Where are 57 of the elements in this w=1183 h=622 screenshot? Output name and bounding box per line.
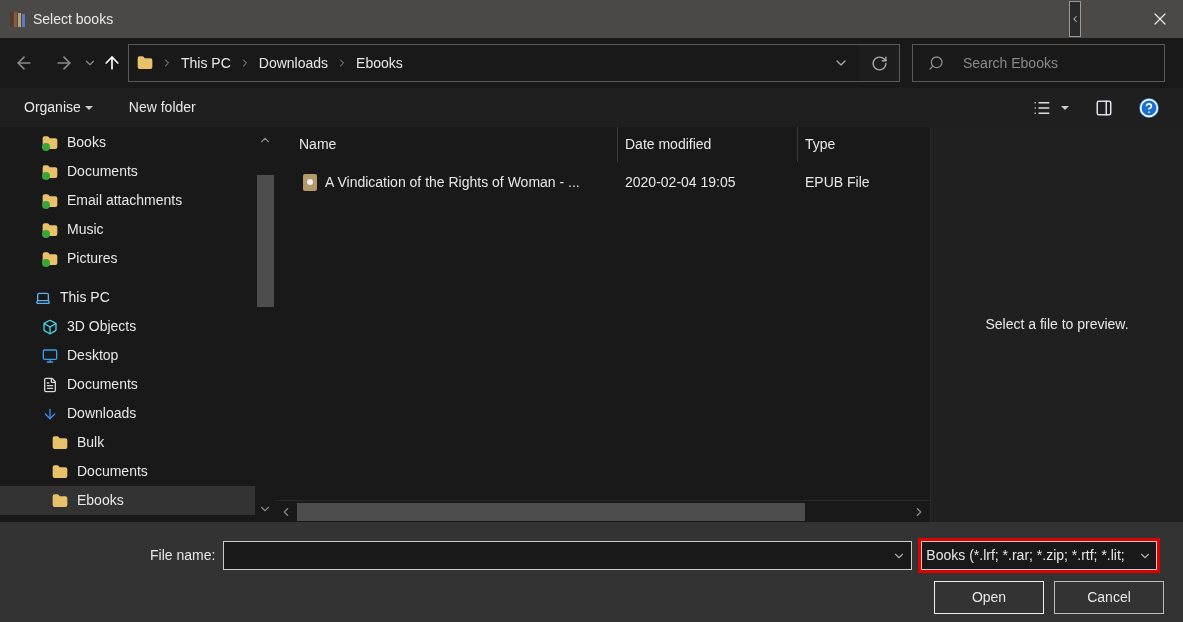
sidebar-item[interactable]: Documents <box>0 370 255 399</box>
scrollbar[interactable] <box>275 500 930 522</box>
preview-pane-icon <box>1095 98 1113 117</box>
folder-icon <box>52 434 68 451</box>
refresh-button[interactable] <box>859 45 899 81</box>
column-header[interactable]: Date modified <box>618 127 798 162</box>
open-button[interactable]: Open <box>934 581 1044 614</box>
desktop-icon <box>42 347 58 364</box>
sidebar-item[interactable]: Music <box>0 215 255 244</box>
sidebar-item[interactable]: Desktop <box>0 341 255 370</box>
breadcrumb-item[interactable]: This PC <box>181 52 231 74</box>
preview-message: Select a file to preview. <box>985 315 1129 334</box>
synced-folder-icon <box>42 134 58 151</box>
organise-menu[interactable]: Organise <box>24 97 93 118</box>
preview-pane-button[interactable] <box>1095 98 1113 117</box>
collapse-handle[interactable] <box>1069 1 1081 37</box>
cube-icon <box>42 318 58 335</box>
folder-icon <box>137 55 153 71</box>
file-type-dropdown[interactable]: Books (*.lrf; *.rar; *.zip; *.rtf; *.lit; <box>921 541 1158 570</box>
file-name-label: File name: <box>150 546 216 565</box>
sidebar-item[interactable]: Bulk <box>0 428 255 457</box>
folder-icon <box>52 492 68 509</box>
sidebar-item[interactable]: Downloads <box>0 399 255 428</box>
breadcrumb-item[interactable]: Ebooks <box>356 52 403 74</box>
synced-folder-icon <box>42 221 58 238</box>
sidebar-item[interactable]: Documents <box>0 157 255 186</box>
help-icon <box>1139 97 1159 118</box>
file-row[interactable]: A Vindication of the Rights of Woman - ... 2020-02-04 19:05 EPUB File <box>275 163 930 201</box>
cancel-button[interactable]: Cancel <box>1054 581 1164 614</box>
sidebar-item[interactable]: Books <box>0 128 255 157</box>
sidebar-item[interactable]: Pictures <box>0 244 255 273</box>
search-icon <box>928 55 944 71</box>
address-bar[interactable]: This PC Downloads Ebooks <box>128 44 900 82</box>
column-header[interactable]: Type <box>798 127 930 162</box>
refresh-icon <box>870 54 888 72</box>
new-folder-button[interactable]: New folder <box>128 97 196 118</box>
date-cell-text: 2020-02-04 19:05 <box>624 172 737 192</box>
column-header[interactable]: Name <box>275 127 618 162</box>
sidebar-item[interactable]: Documents <box>0 457 255 486</box>
books-icon <box>10 11 25 27</box>
sidebar-item[interactable]: Ebooks <box>0 486 255 515</box>
synced-folder-icon <box>42 192 58 209</box>
folder-icon <box>52 463 68 480</box>
sidebar-item[interactable]: Email attachments <box>0 186 255 215</box>
book-file-icon <box>303 173 317 191</box>
breadcrumb-item[interactable]: Downloads <box>258 52 329 74</box>
window-title: Select books <box>33 9 114 29</box>
sidebar-item[interactable]: 3D Objects <box>0 312 255 341</box>
search-field[interactable]: Search Ebooks <box>912 44 1165 82</box>
synced-folder-icon <box>42 163 58 180</box>
sidebar-item[interactable]: This PC <box>0 283 255 312</box>
document-icon <box>42 376 58 393</box>
file-name-field[interactable] <box>223 541 913 570</box>
type-cell-text: EPUB File <box>804 172 871 192</box>
file-name: A Vindication of the Rights of Woman - ... <box>325 172 580 192</box>
synced-folder-icon <box>42 250 58 267</box>
help-button[interactable] <box>1139 97 1159 118</box>
